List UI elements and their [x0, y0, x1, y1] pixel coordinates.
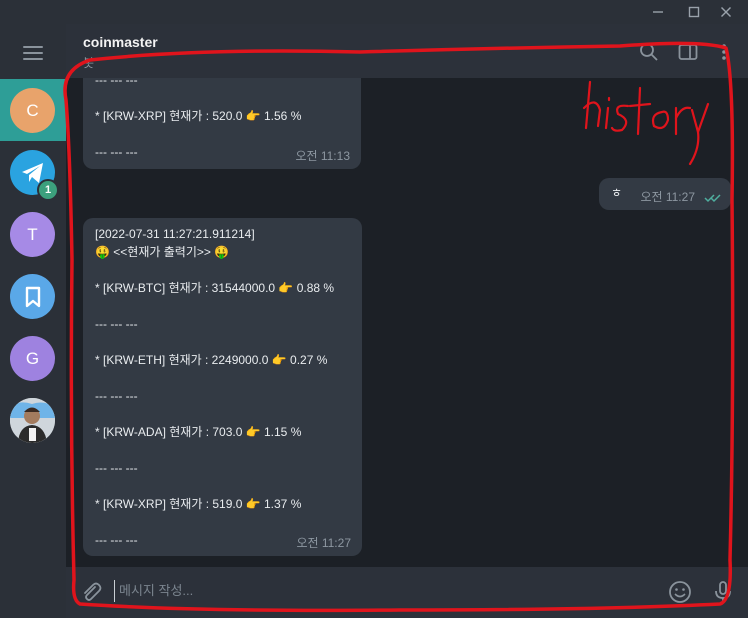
window-titlebar [0, 0, 748, 24]
avatar-letter: G [25, 348, 40, 368]
microphone-icon [715, 581, 731, 602]
message-line [95, 513, 334, 531]
message-line: * [KRW-ETH] 현재가 : 2249000.0 👉 0.27 % [95, 353, 328, 367]
emoji-icon [669, 581, 691, 603]
message-bubble-outgoing[interactable]: ㅎ 오전 11:27 [599, 178, 731, 210]
profile-photo-icon [10, 398, 55, 443]
maximize-button[interactable] [678, 0, 710, 24]
message-line [95, 125, 301, 143]
hamburger-icon[interactable] [23, 46, 43, 60]
unread-badge: 1 [37, 179, 59, 201]
message-composer: 메시지 작성... [66, 567, 748, 618]
chat-header: coinmaster 봇 [66, 24, 748, 78]
chat-item-saved-messages[interactable] [0, 265, 66, 327]
minimize-button[interactable] [642, 0, 674, 24]
chat-item-coinmaster[interactable]: C [0, 79, 66, 141]
close-icon [721, 7, 731, 17]
message-line [95, 333, 334, 351]
search-button[interactable] [638, 41, 660, 63]
message-line: * [KRW-BTC] 현재가 : 31544000.0 👉 0.88 % [95, 281, 335, 295]
message-text: ㅎ [611, 184, 622, 202]
message-line [95, 369, 334, 387]
minimize-icon [653, 11, 663, 13]
message-bubble[interactable]: [2022-07-31 11:27:21.911214] 🤑 <<현재가 출력기… [83, 218, 362, 556]
message-line: * [KRW-ADA] 현재가 : 703.0 👉 1.15 % [95, 425, 302, 439]
sidebar-toggle-icon [678, 44, 698, 60]
message-line: [2022-07-31 11:27:21.911214] [95, 227, 255, 241]
message-line [95, 441, 334, 459]
chat-item-photo-contact[interactable] [0, 389, 66, 451]
message-time: 오전 11:27 [640, 190, 695, 204]
avatar-letter: T [27, 224, 38, 244]
message-input[interactable]: 메시지 작성... [114, 580, 599, 602]
message-history[interactable]: --- --- --- * [KRW-XRP] 현재가 : 520.0 👉 1.… [66, 78, 748, 567]
message-line: --- --- --- [95, 461, 138, 475]
message-line [95, 89, 301, 107]
message-line [95, 297, 334, 315]
more-button[interactable] [713, 41, 735, 63]
maximize-icon [688, 6, 700, 18]
read-ticks-icon [704, 194, 721, 203]
sidebar-toggle-button[interactable] [677, 41, 699, 63]
attach-icon [84, 582, 102, 601]
avatar: G [10, 336, 55, 381]
attach-button[interactable] [78, 579, 104, 605]
chat-item-t[interactable]: T [0, 203, 66, 265]
message-line [95, 477, 334, 495]
message-line [95, 261, 334, 279]
message-line [95, 405, 334, 423]
message-text: [2022-07-31 11:27:21.911214] 🤑 <<현재가 출력기… [95, 225, 334, 549]
message-line: 🤑 <<현재가 출력기>> 🤑 [95, 245, 230, 259]
more-vert-icon [722, 44, 726, 60]
message-text: --- --- --- * [KRW-XRP] 현재가 : 520.0 👉 1.… [95, 78, 301, 161]
message-time: 오전 11:27 [296, 536, 351, 550]
close-button[interactable] [710, 0, 742, 24]
search-icon [640, 43, 658, 61]
message-bubble[interactable]: --- --- --- * [KRW-XRP] 현재가 : 520.0 👉 1.… [83, 78, 361, 169]
chat-title[interactable]: coinmaster [83, 34, 158, 50]
chat-item-g[interactable]: G [0, 327, 66, 389]
message-line: --- --- --- [95, 317, 138, 331]
folders-sidebar: C 1 T G [0, 24, 66, 618]
message-time: 오전 11:13 [295, 149, 350, 163]
avatar-letter: C [26, 100, 39, 120]
emoji-button[interactable] [667, 579, 693, 605]
avatar: C [10, 88, 55, 133]
profile-photo [10, 398, 55, 443]
avatar [10, 274, 55, 319]
avatar: T [10, 212, 55, 257]
message-line: --- --- --- [95, 389, 138, 403]
bookmark-icon [25, 286, 40, 307]
voice-button[interactable] [710, 579, 736, 605]
message-line: --- --- --- [95, 78, 138, 87]
message-line: ㅎ [611, 186, 623, 200]
chat-item-telegram[interactable]: 1 [0, 141, 66, 203]
message-line: * [KRW-XRP] 현재가 : 519.0 👉 1.37 % [95, 497, 302, 511]
message-line: * [KRW-XRP] 현재가 : 520.0 👉 1.56 % [95, 109, 302, 123]
chat-status: 봇 [83, 56, 95, 70]
message-line: --- --- --- [95, 145, 138, 159]
